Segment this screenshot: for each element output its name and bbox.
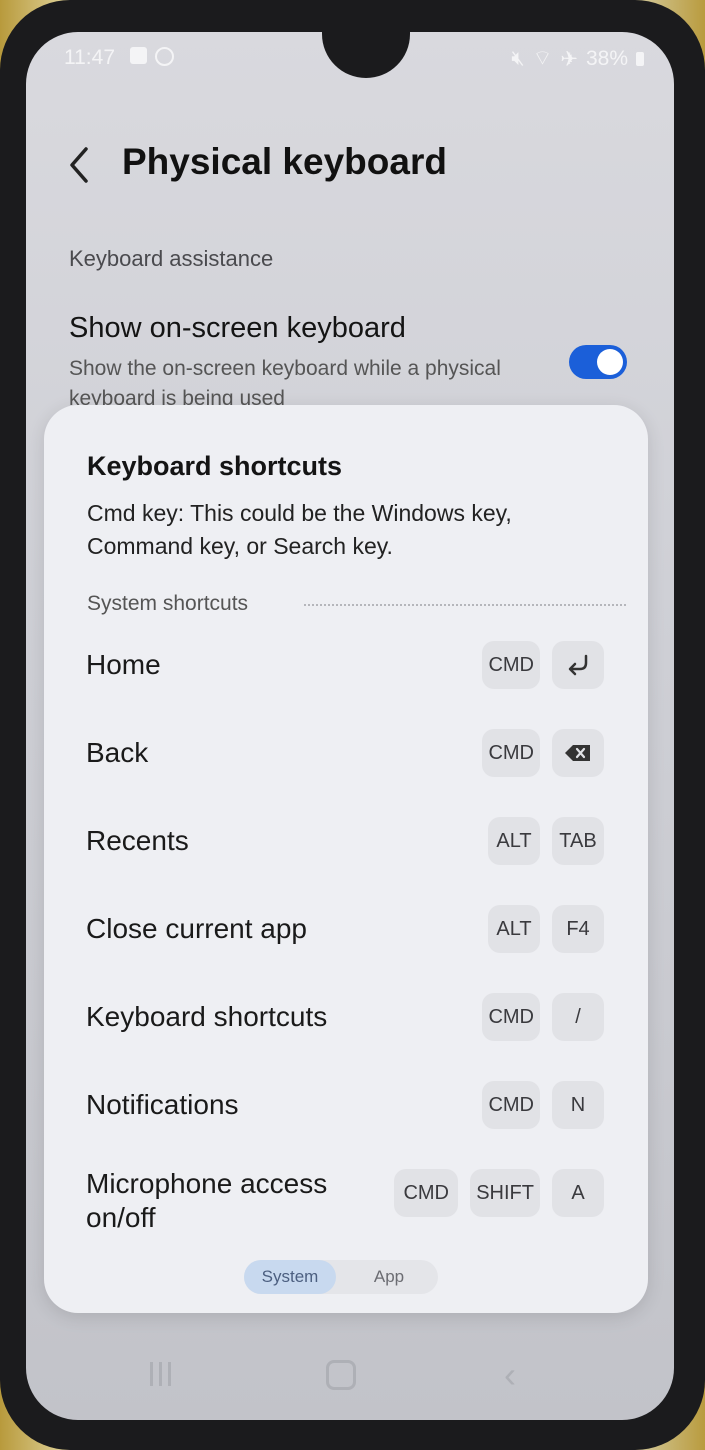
- key-cmd: CMD: [482, 993, 540, 1041]
- shortcut-row-back: Back CMD: [44, 715, 648, 803]
- mute-icon: 🔇︎: [511, 47, 525, 70]
- status-time: 11:47: [64, 46, 115, 69]
- toggle-knob: [597, 349, 623, 375]
- shortcut-label: Back: [86, 737, 149, 768]
- shortcut-label: Keyboard shortcuts: [86, 1001, 328, 1032]
- shortcut-list[interactable]: Home CMD Back CMD Recents ALT TAB Close …: [44, 627, 648, 1231]
- key-tab: TAB: [552, 817, 604, 865]
- key-f4: F4: [552, 905, 604, 953]
- airplane-icon: ✈: [560, 47, 578, 71]
- shortcut-row-recents: Recents ALT TAB: [44, 803, 648, 891]
- section-label: System shortcuts: [87, 592, 249, 615]
- app-bar: Physical keyboard: [26, 137, 674, 197]
- setting-subtitle: Show the on-screen keyboard while a phys…: [69, 357, 501, 406]
- battery-icon: [636, 52, 644, 66]
- status-bar: 11:47 🔇︎ ⌔ ✈ 38%: [26, 44, 674, 74]
- tab-system[interactable]: System: [244, 1260, 336, 1294]
- shortcut-row-notifications: Notifications CMD N: [44, 1067, 648, 1155]
- key-cmd: CMD: [482, 729, 540, 777]
- backspace-key-icon: [552, 729, 604, 777]
- shortcut-label: Notifications: [86, 1089, 239, 1120]
- key-cmd: CMD: [394, 1169, 459, 1217]
- navigation-bar: ‹: [26, 1330, 674, 1420]
- key-n: N: [552, 1081, 604, 1129]
- shortcut-row-close-app: Close current app ALT F4: [44, 891, 648, 979]
- phone-frame: 11:47 🔇︎ ⌔ ✈ 38% Physical keyboard Keybo…: [0, 0, 705, 1450]
- key-a: A: [552, 1169, 604, 1217]
- shortcut-row-home: Home CMD: [44, 627, 648, 715]
- tab-app[interactable]: App: [344, 1260, 434, 1294]
- home-icon[interactable]: [326, 1360, 356, 1390]
- key-alt: ALT: [488, 817, 540, 865]
- keyboard-shortcuts-dialog: Keyboard shortcuts Cmd key: This could b…: [44, 405, 648, 1313]
- shortcut-row-keyboard-shortcuts: Keyboard shortcuts CMD /: [44, 979, 648, 1067]
- shortcut-label: Close current app: [86, 913, 308, 944]
- enter-key-icon: [552, 641, 604, 689]
- shortcut-tabs: System App: [244, 1260, 438, 1294]
- wifi-icon: ⌔: [532, 47, 553, 70]
- shortcut-label: Home: [86, 649, 161, 680]
- setting-title[interactable]: Show on-screen keyboard: [69, 312, 406, 345]
- dialog-title: Keyboard shortcuts: [87, 451, 343, 481]
- key-slash: /: [552, 993, 604, 1041]
- chevron-left-icon[interactable]: [66, 143, 106, 187]
- key-cmd: CMD: [482, 1081, 540, 1129]
- key-shift: SHIFT: [470, 1169, 540, 1217]
- battery-label: 38%: [585, 47, 628, 70]
- shortcut-label: Recents: [86, 825, 189, 856]
- key-cmd: CMD: [482, 641, 540, 689]
- circle-app-icon: [155, 47, 174, 66]
- page-title: Physical keyboard: [122, 141, 447, 182]
- notification-square-icon: [130, 47, 147, 64]
- section-divider: [304, 604, 626, 606]
- key-alt: ALT: [488, 905, 540, 953]
- back-icon[interactable]: ‹: [504, 1354, 516, 1396]
- shortcut-row-microphone: Microphone access on/off CMD SHIFT A: [44, 1155, 648, 1231]
- section-header: Keyboard assistance: [69, 246, 274, 271]
- shortcut-label: Microphone access on/off: [86, 1168, 328, 1231]
- recents-icon[interactable]: [150, 1362, 176, 1386]
- show-onscreen-keyboard-toggle[interactable]: [569, 345, 627, 379]
- dialog-description: Cmd key: This could be the Windows key, …: [87, 500, 512, 559]
